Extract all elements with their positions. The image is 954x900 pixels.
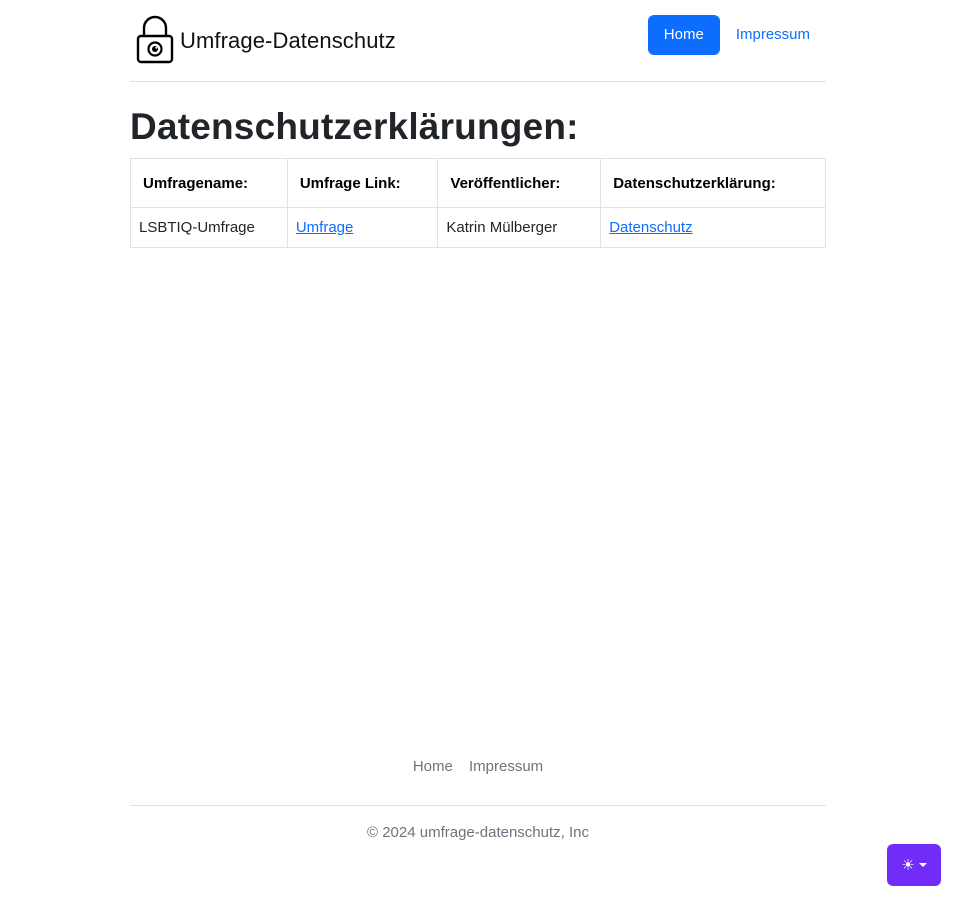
footer-impressum-link[interactable]: Impressum bbox=[469, 758, 543, 775]
privacy-statements-table: Umfragename: Umfrage Link: Veröffentlich… bbox=[130, 158, 826, 248]
nav-home-link[interactable]: Home bbox=[647, 15, 720, 55]
sun-icon: ☀ bbox=[901, 856, 915, 874]
footer-nav: Home Impressum bbox=[130, 758, 826, 775]
page-title: Datenschutzerklärungen: bbox=[130, 106, 579, 147]
main-nav: Home Impressum bbox=[647, 15, 826, 55]
column-header-publisher: Veröffentlicher: bbox=[437, 158, 602, 208]
nav-impressum-link[interactable]: Impressum bbox=[720, 15, 826, 55]
brand-name: Umfrage-Datenschutz bbox=[180, 28, 396, 53]
footer-divider bbox=[130, 805, 826, 806]
table-header-row: Umfragename: Umfrage Link: Veröffentlich… bbox=[130, 158, 826, 208]
padlock-eye-icon bbox=[136, 15, 174, 64]
copyright-text: © 2024 umfrage-datenschutz, Inc bbox=[366, 824, 589, 841]
footer-home-link[interactable]: Home bbox=[413, 758, 453, 775]
privacy-link-cell: Datenschutz bbox=[600, 207, 826, 248]
chevron-down-icon bbox=[918, 863, 927, 867]
survey-name-cell: LSBTIQ-Umfrage bbox=[130, 207, 288, 248]
privacy-statement-link[interactable]: Datenschutz bbox=[609, 219, 692, 236]
theme-toggle-button[interactable]: ☀ bbox=[887, 844, 941, 886]
site-header: Umfrage-Datenschutz Home Impressum bbox=[130, 0, 826, 82]
column-header-survey-link: Umfrage Link: bbox=[286, 158, 439, 208]
column-header-privacy-statement: Datenschutzerklärung: bbox=[600, 158, 826, 208]
table-row: LSBTIQ-Umfrage Umfrage Katrin Mülberger … bbox=[130, 207, 826, 248]
survey-link-cell: Umfrage bbox=[286, 207, 439, 248]
brand-link[interactable]: Umfrage-Datenschutz bbox=[134, 14, 396, 64]
publisher-cell: Katrin Mülberger bbox=[437, 207, 602, 248]
column-header-survey-name: Umfragename: bbox=[130, 158, 288, 208]
survey-link[interactable]: Umfrage bbox=[296, 219, 354, 236]
